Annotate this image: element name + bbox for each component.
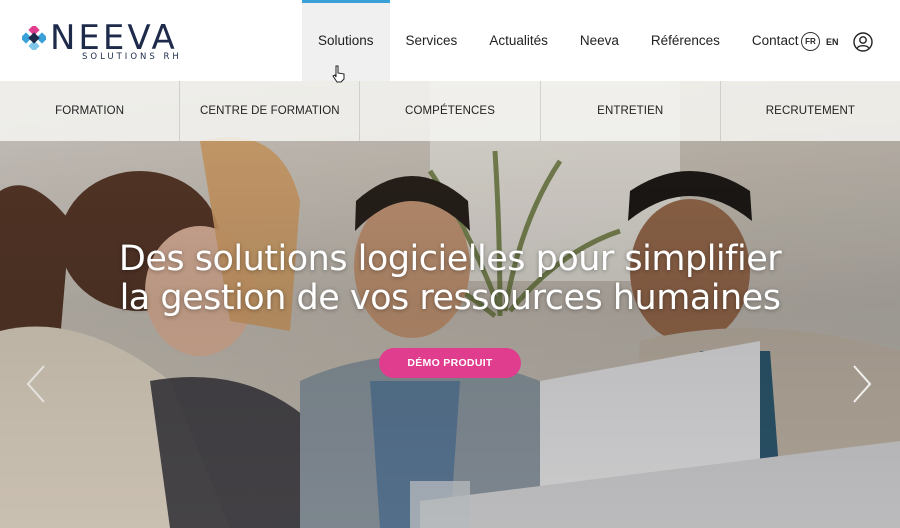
nav-item-solutions[interactable]: Solutions <box>302 0 390 83</box>
nav-item-label: Neeva <box>579 33 619 48</box>
demo-product-button[interactable]: DÉMO PRODUIT <box>379 348 521 378</box>
nav-item-actualites[interactable]: Actualités <box>473 0 564 81</box>
brand-tagline: SOLUTIONS RH <box>82 52 182 62</box>
main-nav: Solutions Services Actualités Neeva Réfé… <box>302 0 814 83</box>
nav-item-label: Références <box>650 33 720 48</box>
user-icon[interactable] <box>853 32 873 52</box>
nav-item-references[interactable]: Références <box>635 0 736 81</box>
nav-item-services[interactable]: Services <box>390 0 474 81</box>
neeva-logo-icon <box>22 26 46 50</box>
subnav-item-competences[interactable]: COMPÉTENCES <box>360 81 541 141</box>
chevron-right-icon[interactable] <box>850 364 874 404</box>
chevron-left-icon[interactable] <box>24 364 48 404</box>
brand-logo[interactable]: NEEVA SOLUTIONS RH <box>22 18 182 62</box>
subnav-item-centre-de-formation[interactable]: CENTRE DE FORMATION <box>180 81 361 141</box>
nav-item-neeva[interactable]: Neeva <box>564 0 635 81</box>
solutions-subnav: FORMATION CENTRE DE FORMATION COMPÉTENCE… <box>0 81 900 141</box>
nav-item-label: Services <box>405 33 458 48</box>
language-switcher: FR EN <box>801 32 839 51</box>
nav-item-label: Actualités <box>489 33 548 48</box>
subnav-item-recrutement[interactable]: RECRUTEMENT <box>721 81 900 141</box>
hero-headline-line: la gestion de vos ressources humaines <box>119 278 781 318</box>
subnav-item-formation[interactable]: FORMATION <box>0 81 181 141</box>
lang-en-button[interactable]: EN <box>826 37 839 47</box>
lang-fr-button[interactable]: FR <box>801 32 820 51</box>
site-header: NEEVA SOLUTIONS RH Solutions Services Ac… <box>0 0 900 83</box>
hero-headline-line: Des solutions logicielles pour simplifie… <box>118 239 782 279</box>
nav-item-label: Solutions <box>318 33 374 48</box>
cursor-icon <box>332 65 345 83</box>
nav-item-label: Contact <box>751 33 799 48</box>
subnav-item-entretien[interactable]: ENTRETIEN <box>541 81 721 141</box>
hero-headline: Des solutions logicielles pour simplifie… <box>0 240 900 318</box>
brand-name: NEEVA <box>50 18 178 58</box>
